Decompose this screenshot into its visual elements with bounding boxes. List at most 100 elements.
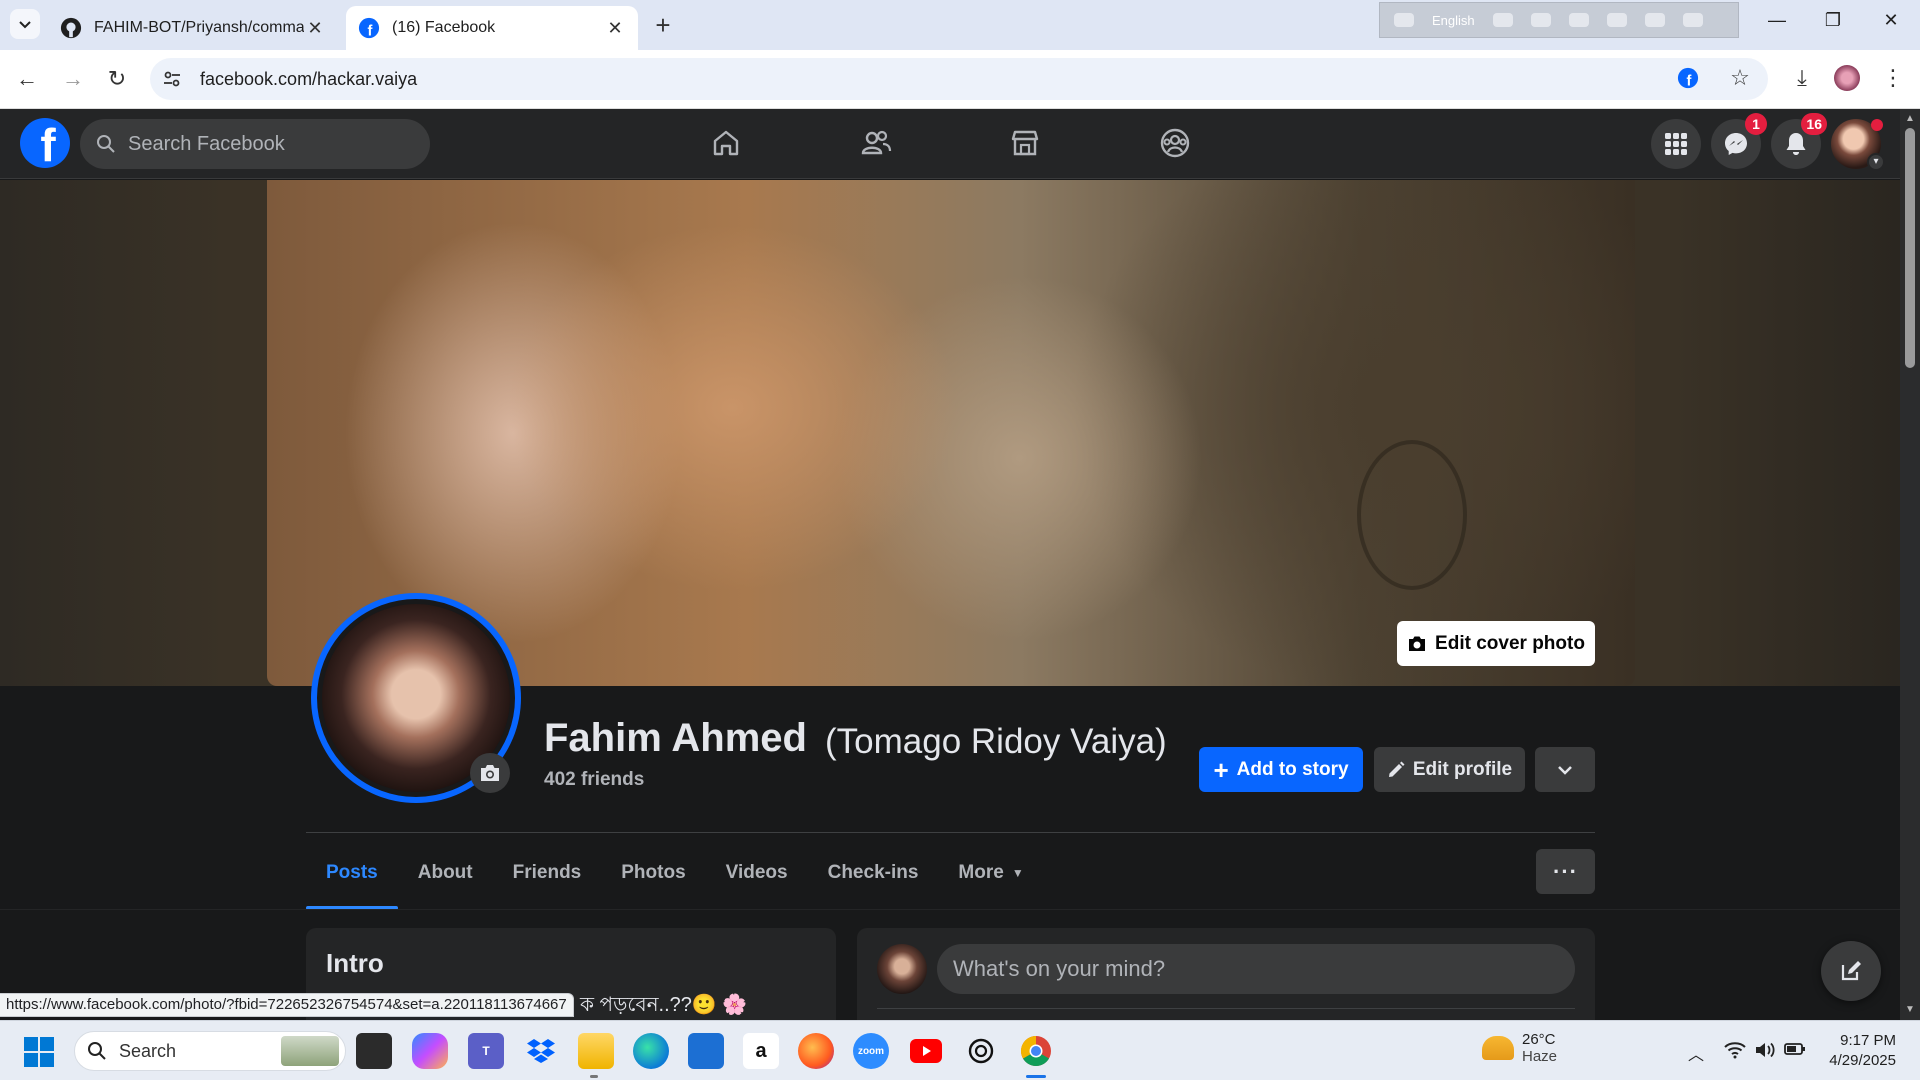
chrome-icon[interactable] [1018,1033,1054,1069]
ime-settings-icon[interactable] [1568,13,1589,27]
taskbar-clock[interactable]: 9:17 PM 4/29/2025 [1824,1031,1896,1071]
content-separator [0,909,1900,910]
search-icon [97,135,115,153]
add-to-story-button[interactable]: + Add to story [1199,747,1363,792]
clock-date: 4/29/2025 [1829,1052,1896,1069]
caret-down-icon: ▼ [1011,866,1024,880]
ime-edge-icon[interactable] [1606,13,1627,27]
tab-title: FAHIM-BOT/Priyansh/command [94,19,304,36]
close-window-button[interactable]: ✕ [1879,10,1903,34]
weather-widget[interactable]: 26°C Haze [1482,1031,1557,1065]
volume-icon[interactable] [1754,1041,1776,1064]
cover-photo-detail [1357,440,1467,590]
cover-area: Edit cover photo [0,180,1900,686]
dropbox-icon[interactable] [523,1033,559,1069]
task-view-icon[interactable] [356,1033,392,1069]
zoom-icon[interactable]: zoom [853,1033,889,1069]
ime-help-icon[interactable] [1644,13,1665,27]
svg-text:f: f [367,23,372,39]
firefox-icon[interactable] [798,1033,834,1069]
tab-check-ins[interactable]: Check-ins [808,838,939,908]
account-avatar[interactable]: ▾ [1831,119,1885,171]
nav-marketplace[interactable] [1005,123,1045,163]
windows-start-icon[interactable] [24,1037,54,1067]
reload-button[interactable]: ↻ [104,66,130,92]
tab-friends[interactable]: Friends [493,838,602,908]
account-alert-dot [1871,119,1883,131]
close-icon[interactable]: ✕ [304,18,326,39]
ime-cloud-icon[interactable] [1492,13,1513,27]
profile-more-options-button[interactable]: ··· [1536,849,1595,894]
tab-more[interactable]: More ▼ [938,838,1043,908]
scroll-down-arrow[interactable]: ▼ [1903,1004,1917,1016]
scrollbar-thumb[interactable] [1905,128,1915,368]
chatgpt-icon[interactable] [963,1033,999,1069]
nav-friends[interactable] [856,123,896,163]
weather-icon [1482,1036,1514,1060]
site-info-icon[interactable] [162,69,182,89]
nav-groups[interactable] [1155,123,1195,163]
forward-button[interactable]: → [60,66,86,92]
youtube-icon[interactable] [908,1033,944,1069]
tab-about[interactable]: About [398,838,493,908]
browser-menu-icon[interactable]: ⋮ [1879,64,1907,92]
menu-button[interactable] [1651,119,1701,169]
amazon-icon[interactable]: a [743,1033,779,1069]
address-bar[interactable]: facebook.com/hackar.vaiya [150,58,1768,100]
minimize-button[interactable]: — [1765,10,1789,34]
edit-profile-button[interactable]: Edit profile [1374,747,1525,792]
tab-videos[interactable]: Videos [706,838,808,908]
browser-toolbar: ← → ↻ facebook.com/hackar.vaiya f ☆ ⤓ ⋮ [0,50,1920,109]
file-explorer-icon[interactable] [578,1033,614,1069]
notifications-button[interactable]: 16 [1771,113,1827,169]
friends-count[interactable]: 402 friends [544,769,644,791]
bookmark-star-icon[interactable]: ☆ [1726,64,1754,92]
ime-info-icon[interactable] [1682,13,1703,27]
teams-icon[interactable]: T [468,1033,504,1069]
close-icon[interactable]: ✕ [604,18,626,39]
wifi-icon[interactable] [1724,1041,1746,1064]
copilot-icon[interactable] [412,1033,448,1069]
notifications-badge: 16 [1801,113,1827,135]
messenger-button[interactable]: 1 [1711,113,1767,169]
taskbar-search[interactable]: Search [74,1031,346,1071]
github-icon [60,17,82,39]
nav-home[interactable] [706,123,746,163]
download-icon[interactable]: ⤓ [1788,64,1816,92]
tab-posts[interactable]: Posts [306,838,398,910]
url-text[interactable]: facebook.com/hackar.vaiya [200,69,417,90]
scroll-up-arrow[interactable]: ▲ [1903,113,1917,125]
composer-input[interactable]: What's on your mind? [937,944,1575,994]
tab-github[interactable]: FAHIM-BOT/Priyansh/command ✕ [48,6,338,50]
svg-text:f: f [1686,73,1691,89]
composer-avatar[interactable] [877,944,927,994]
restore-button[interactable]: ❐ [1821,10,1845,34]
new-tab-button[interactable]: + [650,12,676,38]
chrome-active-indicator [1026,1075,1046,1078]
profile-alternate-name: (Tomago Ridoy Vaiya) [825,722,1167,761]
tab-title: (16) Facebook [392,19,496,36]
profile-options-dropdown[interactable] [1535,747,1595,792]
edit-cover-photo-button[interactable]: Edit cover photo [1397,621,1595,666]
search-highlight-image [281,1036,339,1066]
battery-icon[interactable] [1784,1041,1806,1062]
edge-icon[interactable] [633,1033,669,1069]
chevron-down-icon: ▾ [1867,153,1885,171]
browser-profile-avatar[interactable] [1833,64,1861,92]
back-button[interactable]: ← [14,66,40,92]
ime-toolbar: English [1379,2,1739,38]
microsoft-store-icon[interactable] [688,1033,724,1069]
new-message-button[interactable] [1821,941,1881,1001]
show-hidden-icons-button[interactable]: ︿ [1688,1041,1704,1065]
ime-language[interactable]: English [1432,13,1475,28]
tab-search-dropdown-button[interactable] [10,9,40,39]
compose-icon [1841,961,1861,981]
update-profile-picture-button[interactable] [470,753,510,793]
search-icon [88,1042,106,1060]
tab-facebook[interactable]: f (16) Facebook ✕ [346,6,638,50]
ime-skin-icon[interactable] [1530,13,1551,27]
search-input[interactable]: Search Facebook [80,119,430,169]
facebook-extension-icon[interactable]: f [1674,64,1702,92]
facebook-logo[interactable]: f [20,118,70,168]
tab-photos[interactable]: Photos [601,838,705,908]
